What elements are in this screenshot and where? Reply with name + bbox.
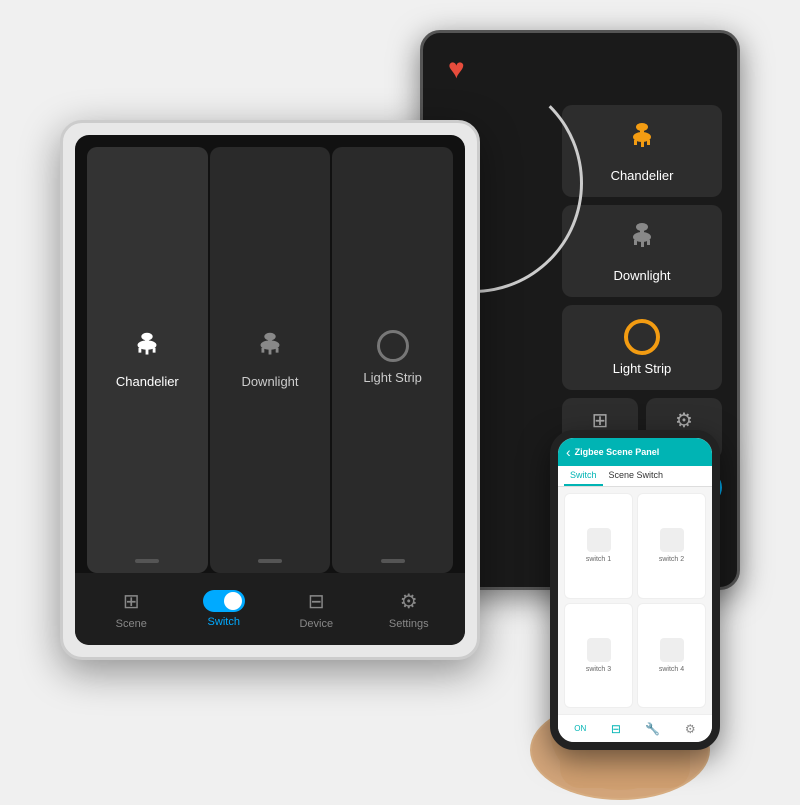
settings-nav-label: Settings <box>389 618 429 630</box>
switch-label-2: switch 2 <box>659 556 684 563</box>
switch-icon-3 <box>587 638 611 662</box>
back-lightstrip-label: Light Strip <box>613 361 672 376</box>
phone-title: Zigbee Scene Panel <box>575 447 660 457</box>
chandelier-name: Chandelier <box>116 374 179 389</box>
phone-screen: ‹ Zigbee Scene Panel Switch Scene Switch… <box>558 438 712 742</box>
nav-settings[interactable]: ⚙ Settings <box>363 589 456 630</box>
chandelier-indicator <box>135 559 159 563</box>
phone-bottom-bar: ON ⊟ 🔧 ⚙ <box>558 714 712 742</box>
phone-tab-switch[interactable]: Switch <box>564 466 603 486</box>
back-chandelier-label: Chandelier <box>611 168 674 183</box>
phone-mockup: ‹ Zigbee Scene Panel Switch Scene Switch… <box>550 430 720 750</box>
switch-toggle[interactable] <box>203 590 245 612</box>
device-nav-label: Device <box>299 618 333 630</box>
phone-settings-icon[interactable]: ⚙ <box>685 722 696 736</box>
phone-tool-icon[interactable]: 🔧 <box>645 722 660 736</box>
device-nav-icon: ⊟ <box>308 589 325 614</box>
phone-tab-scene-switch[interactable]: Scene Switch <box>603 466 670 486</box>
back-item-lightstrip[interactable]: Light Strip <box>562 305 722 390</box>
switch-label-3: switch 3 <box>586 666 611 673</box>
toggle-knob <box>224 592 242 610</box>
phone-switch-4[interactable]: switch 4 <box>637 603 706 709</box>
downlight-lamp-icon <box>250 326 290 366</box>
nav-device[interactable]: ⊟ Device <box>270 589 363 630</box>
chandelier-lamp-icon <box>127 326 167 366</box>
lightstrip-circle-icon <box>377 330 409 362</box>
switch-icon-1 <box>587 528 611 552</box>
settings-nav-icon: ⚙ <box>400 589 418 614</box>
switch-label-4: switch 4 <box>659 666 684 673</box>
device-card-lightstrip[interactable]: Light Strip <box>332 147 453 573</box>
lightstrip-name: Light Strip <box>363 370 422 385</box>
scene-icon: ⊞ <box>123 589 140 614</box>
downlight-name: Downlight <box>241 374 298 389</box>
device-card-chandelier[interactable]: Chandelier <box>87 147 208 573</box>
phone-switch-1[interactable]: switch 1 <box>564 493 633 599</box>
front-panel: Chandelier <box>60 120 480 660</box>
switch-label: Switch <box>208 616 240 628</box>
downlight-icon <box>624 219 660 262</box>
nav-switch[interactable]: Switch <box>178 590 271 628</box>
phone-tabs: Switch Scene Switch <box>558 466 712 487</box>
phone-back-button[interactable]: ‹ <box>566 444 571 460</box>
device-card-downlight[interactable]: Downlight <box>210 147 331 573</box>
phone-on-icon[interactable]: ON <box>574 724 586 733</box>
lightstrip-indicator <box>381 559 405 563</box>
phone-switch-2[interactable]: switch 2 <box>637 493 706 599</box>
back-item-downlight[interactable]: Downlight <box>562 205 722 297</box>
lightstrip-ring-icon <box>624 319 660 355</box>
scene-label: Scene <box>116 618 147 630</box>
back-downlight-label: Downlight <box>613 268 670 283</box>
phone-switch-3[interactable]: switch 3 <box>564 603 633 709</box>
nav-scene[interactable]: ⊞ Scene <box>85 589 178 630</box>
downlight-indicator <box>258 559 282 563</box>
phone-header: ‹ Zigbee Scene Panel <box>558 438 712 466</box>
switch-icon-4 <box>660 638 684 662</box>
phone-switch-grid: switch 1 switch 2 switch 3 switch 4 <box>558 487 712 714</box>
bottom-nav: ⊞ Scene Switch ⊟ Device ⚙ Settings <box>75 573 465 645</box>
back-items-list: Chandelier Downlight <box>562 105 722 390</box>
phone-toggle-icon[interactable]: ⊟ <box>611 722 621 736</box>
back-item-chandelier[interactable]: Chandelier <box>562 105 722 197</box>
front-screen: Chandelier <box>75 135 465 645</box>
chandelier-icon <box>624 119 660 162</box>
device-grid: Chandelier <box>75 135 465 573</box>
switch-label-1: switch 1 <box>586 556 611 563</box>
switch-icon-2 <box>660 528 684 552</box>
